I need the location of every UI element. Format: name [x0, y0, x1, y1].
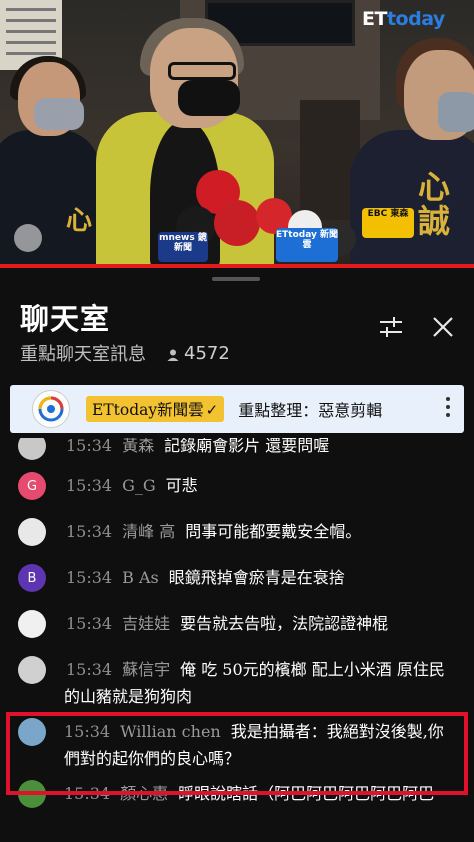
message-text: 可悲	[165, 476, 198, 495]
chat-message: B 15:34 B As 眼鏡飛掉會瘀青是在衰捨	[0, 564, 474, 592]
player-control-dot[interactable]	[14, 224, 42, 252]
chat-title: 聊天室	[20, 302, 111, 336]
message-time: 15:34	[66, 476, 113, 495]
chat-message: G 15:34 G_G 可悲	[0, 472, 474, 500]
message-author[interactable]: 黃森	[122, 438, 154, 455]
person-right-mask	[438, 92, 474, 132]
close-icon[interactable]	[428, 312, 458, 342]
message-author[interactable]: 清峰 高	[122, 522, 175, 541]
mic-flag-ebc: EBC 東森	[362, 208, 414, 238]
chat-message: 15:34 顏心惠 睜眼說瞎話（阿巴阿巴阿巴阿巴阿巴	[0, 780, 474, 808]
user-avatar[interactable]	[18, 438, 46, 460]
drag-handle[interactable]	[212, 277, 260, 281]
message-text: 問事可能都要戴安全帽。	[185, 522, 362, 541]
microphone-red-2	[214, 200, 260, 246]
ettoday-watermark: ETtoday	[362, 8, 445, 30]
user-avatar[interactable]	[18, 518, 46, 546]
message-text: 眼鏡飛掉會瘀青是在衰捨	[168, 568, 345, 587]
user-avatar[interactable]: G	[18, 472, 46, 500]
message-text: 睜眼說瞎話（阿巴阿巴阿巴阿巴阿巴	[178, 784, 435, 803]
message-time: 15:34	[64, 722, 111, 741]
message-author[interactable]: G_G	[122, 476, 156, 495]
sliders-icon[interactable]	[376, 314, 406, 340]
user-avatar[interactable]	[18, 780, 46, 808]
mic-flag-mnews: mnews 鏡新聞	[158, 232, 208, 262]
pinned-message-text: 重點整理：惡意剪輯	[238, 401, 383, 420]
pinned-channel-name: ETtoday新聞雲 ✓	[86, 396, 225, 422]
speaker-glasses	[168, 62, 236, 80]
message-time: 15:34	[66, 614, 113, 633]
message-author[interactable]: B As	[122, 568, 159, 587]
chat-message: 15:34 清峰 高問事可能都要戴安全帽。	[0, 518, 474, 546]
channel-avatar	[32, 390, 70, 428]
message-text: 記錄廟會影片 還要問喔	[164, 438, 330, 455]
message-author[interactable]: Willian chen	[120, 722, 221, 741]
person-icon	[166, 346, 180, 361]
message-time: 15:34	[66, 522, 113, 541]
message-author[interactable]: 吉娃娃	[122, 614, 170, 633]
chat-mode-selector[interactable]: 重點聊天室訊息 4572	[20, 340, 230, 366]
live-video-player[interactable]: 心 心誠 mnews 鏡新聞 ETtoday 新聞雲 EBC 東森 ETtoda…	[0, 0, 474, 266]
mic-flag-ettoday: ETtoday 新聞雲	[276, 228, 338, 262]
person-left-mask	[34, 98, 84, 130]
chat-message-list[interactable]: 15:34 黃森 記錄廟會影片 還要問喔 G 15:34 G_G 可悲 15:34 清峰 …	[0, 438, 474, 842]
user-avatar[interactable]: B	[18, 564, 46, 592]
message-author[interactable]: 顏心惠	[120, 784, 168, 803]
message-time: 15:34	[66, 438, 113, 455]
verified-check-icon: ✓	[205, 401, 219, 419]
shirt-print-right: 心誠	[418, 168, 451, 240]
user-avatar[interactable]	[18, 656, 46, 684]
more-vertical-icon[interactable]	[446, 397, 450, 421]
chat-message-highlighted: 15:34 Willian chen 我是拍攝者：我絕對沒後製,你們對的起你們的良心…	[0, 718, 474, 772]
live-chat-panel: 聊天室 重點聊天室訊息 4572 ETtoday新聞雲 ✓ 重點整理：惡意剪輯 …	[0, 268, 474, 842]
user-avatar[interactable]	[18, 610, 46, 638]
chat-message: 15:34 蘇信宇俺 吃 50元的檳榔 配上小米酒 原住民的山豬就是狗狗肉	[0, 656, 474, 710]
watermark-suffix: today	[386, 8, 445, 30]
message-time: 15:34	[66, 660, 113, 679]
chat-message: 15:34 吉娃娃 要告就去告啦，法院認證神棍	[0, 610, 474, 638]
user-avatar[interactable]	[18, 718, 46, 746]
message-author[interactable]: 蘇信宇	[122, 660, 170, 679]
message-time: 15:34	[64, 784, 111, 803]
pinned-message-banner[interactable]: ETtoday新聞雲 ✓ 重點整理：惡意剪輯	[10, 385, 464, 433]
shirt-print-left: 心	[66, 206, 93, 236]
viewer-count: 4572	[184, 342, 230, 364]
chat-subtitle: 重點聊天室訊息	[20, 344, 146, 365]
speaker-mask	[178, 80, 240, 116]
person-left-body	[0, 130, 100, 266]
message-text: 要告就去告啦，法院認證神棍	[180, 614, 389, 633]
message-time: 15:34	[66, 568, 113, 587]
chat-message: 15:34 黃森 記錄廟會影片 還要問喔	[0, 438, 474, 460]
